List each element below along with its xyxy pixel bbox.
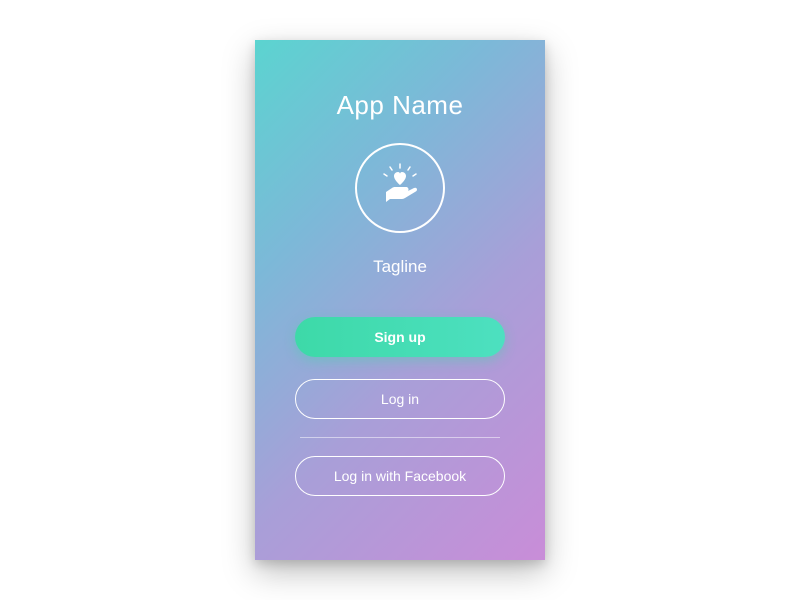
app-tagline: Tagline	[373, 257, 427, 277]
hand-heart-icon	[372, 158, 428, 219]
app-logo	[355, 143, 445, 233]
divider	[300, 437, 500, 438]
signup-button[interactable]: Sign up	[295, 317, 505, 357]
app-title: App Name	[337, 90, 464, 121]
login-button[interactable]: Log in	[295, 379, 505, 419]
login-facebook-button[interactable]: Log in with Facebook	[295, 456, 505, 496]
app-login-screen: App Name Tagline Sign up Log in	[255, 40, 545, 560]
